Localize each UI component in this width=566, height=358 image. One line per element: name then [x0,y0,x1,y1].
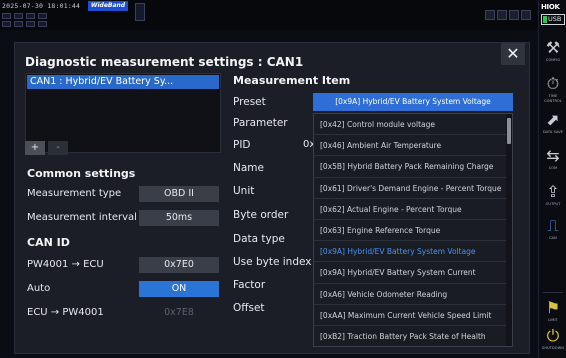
use-byte-index-label: Use byte index [233,256,312,268]
preset-dropdown-list[interactable]: [0x42] Control module voltage [0x46] Ambi… [313,113,513,347]
shutdown-icon: ⏻ [546,326,560,345]
config-label: CONFIG [545,58,561,62]
channel-indicator [14,13,23,19]
dropdown-option[interactable]: [0x62] Actual Engine - Percent Torque [314,199,512,220]
data-save-icon: ⬈ [546,110,560,129]
pw-to-ecu-input[interactable]: 0x7E0 [139,257,219,273]
dropdown-option[interactable]: [0x63] Engine Reference Torque [314,220,512,242]
pid-label: PID [233,139,251,151]
offset-label: Offset [233,302,265,314]
channel-indicator-row-1 [2,13,47,19]
channel-indicator [2,21,11,27]
diagnostic-settings-dialog: Diagnostic measurement settings : CAN1 ✕… [14,42,530,354]
brand-logo: HIOK [541,3,560,11]
can-label: CAN [549,236,557,240]
sidebar-divider [543,292,563,293]
auto-label: Auto [27,283,51,294]
factor-label: Factor [233,279,266,291]
ecu-to-pw-label: ECU → PW4001 [27,307,104,318]
can-icon: ⎍ [547,216,559,235]
dropdown-option[interactable]: [0xB2] Traction Battery Pack State of He… [314,326,512,346]
data-save-label: DATA SAVE [542,130,564,134]
status-bar: 2025-07-30 18:01:44 WideBand [0,0,538,30]
wrench-config-icon: ⚒ [545,38,561,57]
config-button[interactable]: ⚒ CONFIG [540,38,566,72]
usb-indicator: USB [541,14,565,25]
status-indicators [485,10,531,20]
status-indicator [521,10,531,20]
measurement-type-select[interactable]: OBD II [139,186,219,202]
datetime: 2025-07-30 18:01:44 [2,2,81,10]
dropdown-option[interactable]: [0x5B] Hybrid Battery Pack Remaining Cha… [314,156,512,178]
timer-control-icon: ⏱ [546,74,560,93]
dropdown-scrollbar[interactable] [506,114,512,346]
time-control-label: TIME CONTROL [544,94,562,103]
data-save-button[interactable]: ⬈ DATA SAVE [540,110,566,144]
time-control-button[interactable]: ⏱ TIME CONTROL [540,74,566,108]
right-sidebar: HIOK USB ⚒ CONFIG ⏱ TIME CONTROL ⬈ DATA … [538,0,566,358]
channel-indicator [2,13,11,19]
pw-to-ecu-label: PW4001 → ECU [27,259,104,270]
dropdown-option[interactable]: [0x9A] Hybrid/EV Battery System Current [314,262,512,284]
dropdown-option[interactable]: [0x9A] Hybrid/EV Battery System Voltage [314,241,512,263]
channel-indicator [26,21,35,27]
dropdown-option[interactable]: [0x46] Ambient Air Temperature [314,135,512,157]
output-icon: ⇪ [546,182,560,201]
com-icon: ⇆ [546,146,560,165]
parameter-label: Parameter [233,117,288,129]
dropdown-option[interactable]: [0x61] Driver's Demand Engine - Percent … [314,178,512,199]
channel-indicator [26,13,35,19]
scrollbar-thumb[interactable] [507,118,511,144]
dropdown-option[interactable]: [0xA6] Vehicle Odometer Reading [314,284,512,305]
measurement-item-heading: Measurement Item [233,74,351,87]
channel-indicator [38,13,47,19]
channel-indicator [14,21,23,27]
channel-indicator-row-2 [2,21,47,27]
shutdown-label: SHUTDOWN [542,346,564,350]
list-item[interactable]: CAN1 : Hybrid/EV Battery Sy... [27,75,219,89]
output-label: OUTPUT [545,202,561,206]
ecu-to-pw-value: 0x7E8 [164,307,194,318]
dropdown-option[interactable]: [0x42] Control module voltage [314,114,512,136]
limit-label: LIMIT [548,318,558,322]
unit-label: Unit [233,185,255,197]
shutdown-button[interactable]: ⏻ SHUTDOWN [540,326,566,358]
preset-select[interactable]: [0x9A] Hybrid/EV Battery System Voltage [313,93,513,111]
auto-toggle[interactable]: ON [139,281,219,297]
can-id-heading: CAN ID [27,236,70,249]
remove-item-button[interactable]: - [48,141,68,155]
mode-badge: WideBand [88,1,128,11]
close-button[interactable]: ✕ [501,43,525,65]
byte-order-label: Byte order [233,209,289,221]
com-label: COM [548,166,558,170]
can-button[interactable]: ⎍ CAN [540,216,566,250]
status-indicator [485,10,495,20]
channel-indicator [38,21,47,27]
alarm-indicator [135,3,145,21]
add-item-button[interactable]: + [25,141,45,155]
measurement-interval-label: Measurement interval [27,212,137,223]
measurement-interval-select[interactable]: 50ms [139,210,219,226]
dropdown-option[interactable]: [0xAA] Maximum Current Vehicle Speed Lim… [314,305,512,326]
status-indicator [497,10,507,20]
status-indicator [509,10,519,20]
measurement-type-label: Measurement type [27,188,122,199]
com-button[interactable]: ⇆ COM [540,146,566,180]
close-icon: ✕ [506,44,520,63]
data-type-label: Data type [233,233,285,245]
output-button[interactable]: ⇪ OUTPUT [540,182,566,216]
name-label: Name [233,162,264,174]
dialog-title: Diagnostic measurement settings : CAN1 [25,55,304,69]
limit-icon: ⚑ [545,298,561,317]
preset-label: Preset [233,96,266,108]
common-settings-heading: Common settings [27,167,136,180]
